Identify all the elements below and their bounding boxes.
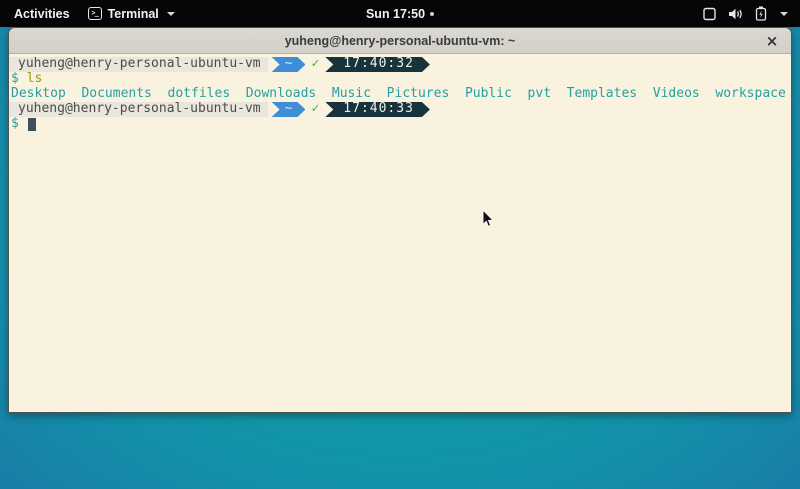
ls-output-line: Desktop Documents dotfiles Downloads Mus… [9,87,791,102]
prompt-directory-segment: ~ [272,57,306,72]
window-titlebar[interactable]: yuheng@henry-personal-ubuntu-vm: ~ × [9,28,791,54]
chevron-down-icon [780,12,788,16]
directory-name: Templates [567,87,637,102]
terminal-icon: >_ [88,7,102,20]
window-title: yuheng@henry-personal-ubuntu-vm: ~ [285,34,516,48]
directory-name: Pictures [387,87,450,102]
prompt-directory-segment: ~ [272,102,306,117]
system-status-area[interactable] [702,6,800,21]
directory-name: Downloads [246,87,316,102]
prompt-time-segment: 17:40:32 [325,57,430,72]
directory-name: Documents [81,87,151,102]
directory-name: Public [465,87,512,102]
command-line: $ ls [9,72,791,87]
prompt-line: yuheng@henry-personal-ubuntu-vm ~ ✓ 17:4… [9,57,791,72]
battery-charging-icon [755,6,767,21]
prompt-line: yuheng@henry-personal-ubuntu-vm ~ ✓ 17:4… [9,102,791,117]
input-line[interactable]: $ [9,117,791,132]
prompt-status-check: ✓ [305,57,325,72]
directory-name: pvt [528,87,551,102]
activities-button[interactable]: Activities [14,7,70,21]
prompt-status-check: ✓ [305,102,325,117]
display-icon [702,7,717,21]
directory-name: workspace [715,87,785,102]
prompt-user-segment: yuheng@henry-personal-ubuntu-vm [9,102,268,117]
notification-dot-icon [430,12,434,16]
terminal-window: yuheng@henry-personal-ubuntu-vm: ~ × yuh… [8,27,792,413]
app-menu-label: Terminal [108,7,159,21]
chevron-down-icon [167,12,175,16]
prompt-user-segment: yuheng@henry-personal-ubuntu-vm [9,57,268,72]
top-bar: Activities >_ Terminal Sun 17:50 [0,0,800,27]
close-button[interactable]: × [761,28,783,54]
directory-name: Desktop [11,87,66,102]
directory-name: Videos [653,87,700,102]
app-menu-terminal[interactable]: >_ Terminal [88,7,175,21]
directory-name: Music [332,87,371,102]
volume-icon [728,7,744,21]
directory-name: dotfiles [168,87,231,102]
command-text: ls [27,72,43,87]
prompt-dollar: $ [11,117,19,132]
text-cursor [28,118,36,131]
terminal-content[interactable]: yuheng@henry-personal-ubuntu-vm ~ ✓ 17:4… [9,54,791,412]
clock[interactable]: Sun 17:50 [366,7,425,21]
prompt-dollar: $ [11,72,19,87]
prompt-time-segment: 17:40:33 [325,102,430,117]
